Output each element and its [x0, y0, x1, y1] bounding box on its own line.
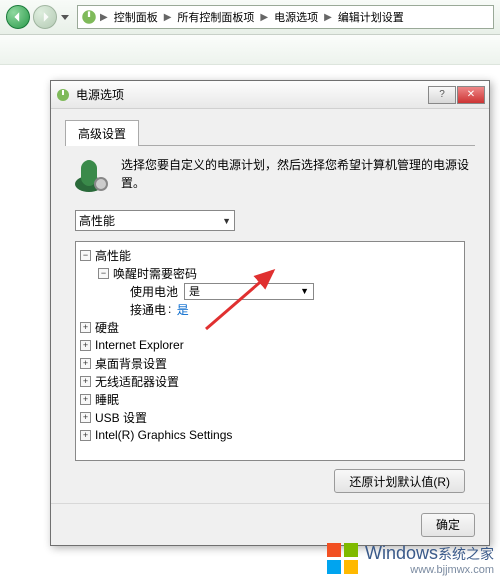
- dialog-titlebar[interactable]: 电源选项 ? ✕: [51, 81, 489, 109]
- breadcrumb-item[interactable]: 电源选项: [270, 9, 322, 25]
- ok-button[interactable]: 确定: [421, 513, 475, 537]
- plan-select-value: 高性能: [79, 212, 115, 229]
- settings-icon: [71, 156, 111, 196]
- expand-icon[interactable]: +: [80, 412, 91, 423]
- on-battery-combo[interactable]: 是 ▼: [184, 283, 314, 300]
- watermark: Windows系统之家 www.bjjmwx.com: [325, 541, 494, 577]
- toolbar: [0, 35, 500, 65]
- nav-back-button[interactable]: [6, 5, 30, 29]
- expand-icon[interactable]: +: [80, 322, 91, 333]
- help-button[interactable]: ?: [428, 86, 456, 104]
- settings-tree[interactable]: − 高性能 − 唤醒时需要密码 使用电池 是 ▼ 接通电 : 是 +: [75, 241, 465, 461]
- breadcrumb-item[interactable]: 控制面板: [110, 9, 162, 25]
- chevron-down-icon: ▼: [300, 286, 309, 296]
- tree-wallpaper[interactable]: 桌面背景设置: [95, 355, 167, 372]
- tree-root[interactable]: 高性能: [95, 247, 131, 264]
- expand-icon[interactable]: +: [80, 376, 91, 387]
- tree-wake-password[interactable]: 唤醒时需要密码: [113, 265, 197, 282]
- chevron-right-icon: ▶: [322, 12, 334, 23]
- plan-select[interactable]: 高性能 ▼: [75, 210, 235, 231]
- expand-icon[interactable]: +: [80, 340, 91, 351]
- close-button[interactable]: ✕: [457, 86, 485, 104]
- chevron-right-icon: ▶: [258, 12, 270, 23]
- restore-defaults-button[interactable]: 还原计划默认值(R): [334, 469, 465, 493]
- collapse-icon[interactable]: −: [98, 268, 109, 279]
- tree-hdd[interactable]: 硬盘: [95, 319, 119, 336]
- on-battery-value: 是: [189, 283, 200, 299]
- expand-icon[interactable]: +: [80, 358, 91, 369]
- tab-advanced[interactable]: 高级设置: [65, 120, 139, 146]
- expand-icon[interactable]: +: [80, 394, 91, 405]
- plugged-in-label: 接通电: [130, 301, 166, 318]
- navigation-bar: ▶ 控制面板 ▶ 所有控制面板项 ▶ 电源选项 ▶ 编辑计划设置: [0, 0, 500, 35]
- nav-forward-button: [33, 5, 57, 29]
- power-options-dialog: 电源选项 ? ✕ 高级设置 选择您要自定义的电源计划，然后选择您希望计算机管理的…: [50, 80, 490, 546]
- collapse-icon[interactable]: −: [80, 250, 91, 261]
- chevron-down-icon: ▼: [222, 216, 231, 226]
- dialog-footer: 确定: [51, 503, 489, 545]
- chevron-right-icon: ▶: [98, 12, 110, 23]
- tree-wifi[interactable]: 无线适配器设置: [95, 373, 179, 390]
- plugged-in-value[interactable]: 是: [177, 301, 189, 318]
- breadcrumb-item[interactable]: 编辑计划设置: [334, 9, 408, 25]
- on-battery-label: 使用电池: [130, 283, 178, 300]
- description-text: 选择您要自定义的电源计划，然后选择您希望计算机管理的电源设置。: [121, 156, 469, 196]
- dialog-title: 电源选项: [76, 86, 428, 103]
- breadcrumb-bar[interactable]: ▶ 控制面板 ▶ 所有控制面板项 ▶ 电源选项 ▶ 编辑计划设置: [77, 5, 494, 29]
- windows-logo-icon: [325, 541, 361, 577]
- tree-ie[interactable]: Internet Explorer: [95, 338, 184, 352]
- expand-icon[interactable]: +: [80, 430, 91, 441]
- power-icon: [55, 87, 71, 103]
- power-icon: [80, 8, 98, 26]
- tree-intel[interactable]: Intel(R) Graphics Settings: [95, 428, 232, 442]
- tree-usb[interactable]: USB 设置: [95, 409, 147, 426]
- breadcrumb-item[interactable]: 所有控制面板项: [173, 9, 258, 25]
- tree-sleep[interactable]: 睡眠: [95, 391, 119, 408]
- tab-strip: 高级设置: [65, 119, 475, 146]
- chevron-right-icon: ▶: [162, 12, 174, 23]
- watermark-url: www.bjjmwx.com: [365, 564, 494, 576]
- nav-history-dropdown[interactable]: [60, 8, 70, 26]
